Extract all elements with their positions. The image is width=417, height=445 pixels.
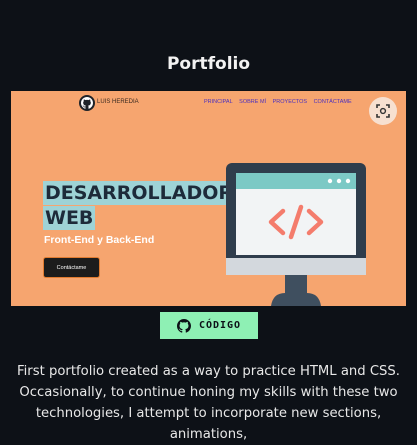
- project-preview-image[interactable]: LUIS HEREDIA PRINCIPAL SOBRE MÍ PROYECTO…: [11, 91, 406, 306]
- fullscreen-button[interactable]: [369, 97, 397, 125]
- preview-nav-links: PRINCIPAL SOBRE MÍ PROYECTOS CONTÁCTAME: [204, 99, 357, 105]
- monitor-code-illustration: [226, 163, 366, 306]
- preview-hero-title: DESARROLLADOR WEB: [43, 181, 236, 231]
- preview-navbar: LUIS HEREDIA PRINCIPAL SOBRE MÍ PROYECTO…: [11, 91, 406, 115]
- code-button[interactable]: CÓDIGO: [160, 312, 258, 339]
- preview-hero-title-line: WEB: [43, 206, 96, 230]
- fullscreen-icon: [376, 104, 390, 118]
- preview-nav-link: SOBRE MÍ: [239, 99, 267, 105]
- preview-site-name: LUIS HEREDIA: [97, 99, 139, 105]
- github-logo-icon: [79, 95, 95, 111]
- section-title: Portfolio: [166, 54, 251, 74]
- preview-nav-link: PROYECTOS: [272, 99, 308, 105]
- project-description: First portfolio created as a way to prac…: [17, 364, 400, 442]
- github-icon: [176, 318, 191, 333]
- preview-contact-button: Contáctame: [44, 258, 99, 277]
- preview-nav-link: PRINCIPAL: [204, 99, 233, 105]
- code-button-label: CÓDIGO: [198, 320, 242, 331]
- preview-hero-subtitle: Front-End y Back-End: [44, 234, 155, 246]
- preview-hero-title-line: DESARROLLADOR: [43, 181, 236, 205]
- preview-nav-link: CONTÁCTAME: [313, 99, 352, 105]
